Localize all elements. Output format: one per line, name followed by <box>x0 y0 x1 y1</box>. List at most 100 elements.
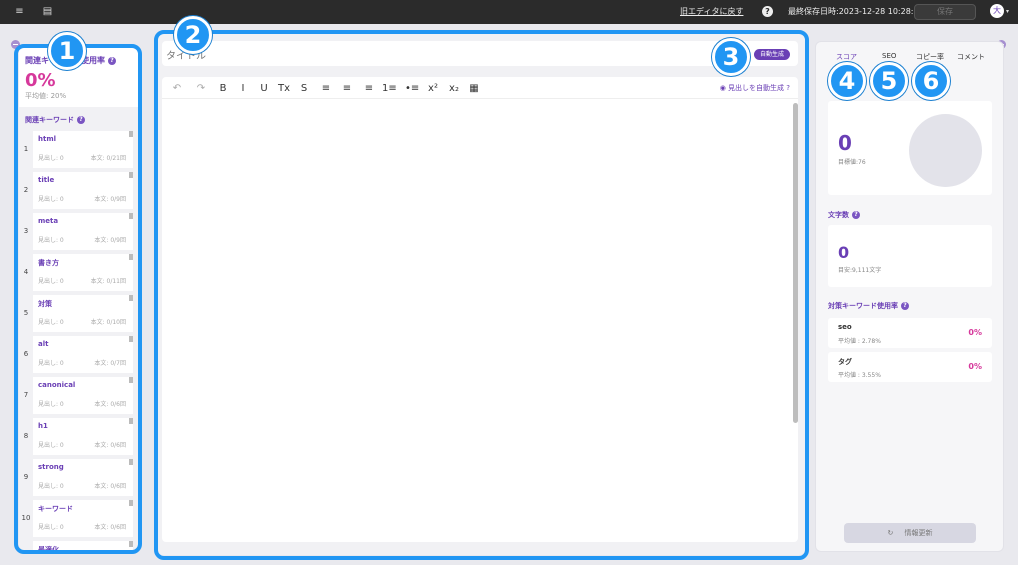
keyword-number: 4 <box>23 268 29 276</box>
score-card: 0 目標値:76 <box>828 101 992 195</box>
analysis-panel: スコア SEO コピー率 コメント 0 目標値:76 文字数? 0 目安:9,1… <box>815 41 1004 552</box>
keyword-name: strong <box>38 463 64 471</box>
rich-text-editor[interactable]: ◉ 見出しを自動生成 ? ↶ ↷ B I U Tx S ≡ ≡ ≡ 1≡ •≡ x² x₂ ▦ <box>162 77 798 542</box>
align-right-icon[interactable]: ≡ <box>362 82 376 95</box>
tab-comment[interactable]: コメント <box>957 52 985 62</box>
list-item: 11最適化 <box>19 541 139 550</box>
keyword-body-count: 本文: 0/6回 <box>94 483 126 490</box>
keyword-number: 3 <box>23 227 29 235</box>
auto-generate-button[interactable]: 自動生成 <box>753 49 790 60</box>
tab-score[interactable]: スコア <box>836 52 857 62</box>
keyword-card[interactable]: meta 見出し: 0 本文: 0/9回 <box>33 213 133 250</box>
keyword-name: canonical <box>38 381 76 389</box>
keyword-body-count: 本文: 0/21回 <box>90 155 126 162</box>
help-icon[interactable]: ? <box>77 116 85 124</box>
keyword-body-count: 本文: 0/9回 <box>94 237 126 244</box>
scrollbar[interactable] <box>793 103 798 423</box>
italic-icon[interactable]: I <box>236 82 250 95</box>
keyword-heading-count: 見出し: 0 <box>38 278 64 285</box>
target-keyword-avg: 平均値 : 2.78% <box>838 338 881 345</box>
strikethrough-icon[interactable]: S <box>297 82 311 95</box>
chevron-down-icon[interactable]: ▾ <box>1006 8 1009 15</box>
keyword-name: 最適化 <box>38 546 59 550</box>
bold-icon[interactable]: B <box>216 82 230 95</box>
list-item: 3 meta 見出し: 0 本文: 0/9回 <box>19 213 139 254</box>
list-item: 4 書き方見出し: 0 本文: 0/11回 <box>19 254 139 295</box>
redo-icon[interactable]: ↷ <box>194 82 208 95</box>
underline-icon[interactable]: U <box>257 82 271 95</box>
score-target: 目標値:76 <box>838 159 866 166</box>
help-icon[interactable]: ? <box>901 302 909 310</box>
target-keyword-pct: 0% <box>968 362 982 371</box>
refresh-button[interactable]: ↻ 情報更新 <box>844 523 976 543</box>
avatar[interactable]: 大 <box>990 4 1004 18</box>
top-bar: ≡ ▤ 旧エディタに戻す ? 最終保存日時:2023-12-28 10:28:5… <box>0 0 1018 24</box>
save-label: 保存 <box>937 7 953 16</box>
annotation-badge: 1 <box>48 32 86 70</box>
keyword-card[interactable]: h1 見出し: 0 本文: 0/6回 <box>33 418 133 455</box>
keyword-body-count: 本文: 0/6回 <box>94 442 126 449</box>
list-item: 7 canonical 見出し: 0 本文: 0/6回 <box>19 377 139 418</box>
clear-format-icon[interactable]: Tx <box>277 82 291 95</box>
document-icon[interactable]: ▤ <box>42 6 53 17</box>
keyword-card[interactable]: 書き方見出し: 0 本文: 0/11回 <box>33 254 133 291</box>
target-keyword-pct: 0% <box>968 328 982 337</box>
keyword-heading-count: 見出し: 0 <box>38 155 64 162</box>
keyword-card[interactable]: strong 見出し: 0 本文: 0/6回 <box>33 459 133 496</box>
menu-icon[interactable]: ≡ <box>14 6 25 17</box>
usage-average: 平均値: 20% <box>25 92 67 100</box>
help-icon[interactable]: ? <box>762 6 773 17</box>
auto-heading-button[interactable]: ◉ 見出しを自動生成 ? <box>720 83 790 93</box>
help-icon[interactable]: ? <box>852 211 860 219</box>
editor-body[interactable] <box>162 99 792 539</box>
save-button[interactable]: 保存 <box>914 4 976 20</box>
keyword-number: 1 <box>23 145 29 153</box>
keyword-body-count: 本文: 0/11回 <box>90 278 126 285</box>
flag-icon <box>129 213 133 219</box>
keyword-stats: 見出し: 0 本文: 0/6回 <box>38 522 128 531</box>
bullet-list-icon[interactable]: •≡ <box>405 82 419 95</box>
keyword-name: title <box>38 176 55 184</box>
keyword-number: 8 <box>23 432 29 440</box>
align-center-icon[interactable]: ≡ <box>340 82 354 95</box>
annotation-badge: 3 <box>712 38 750 76</box>
flag-icon <box>129 459 133 465</box>
subscript-icon[interactable]: x₂ <box>447 82 461 95</box>
keyword-card[interactable]: title 見出し: 0 本文: 0/9回 <box>33 172 133 209</box>
list-item: 2 title 見出し: 0 本文: 0/9回 <box>19 172 139 213</box>
keyword-number: 6 <box>23 350 29 358</box>
tab-seo[interactable]: SEO <box>882 52 896 60</box>
target-keyword-name: タグ <box>838 358 852 366</box>
superscript-icon[interactable]: x² <box>426 82 440 95</box>
keyword-card[interactable]: html 見出し: 0 本文: 0/21回 <box>33 131 133 168</box>
title-field[interactable]: タイトル 自動生成 <box>162 41 798 66</box>
keyword-section-title: 関連キーワード? <box>25 115 85 125</box>
keyword-card[interactable]: canonical 見出し: 0 本文: 0/6回 <box>33 377 133 414</box>
keyword-number: 10 <box>21 514 31 522</box>
table-icon[interactable]: ▦ <box>467 82 481 95</box>
keyword-number: 9 <box>23 473 29 481</box>
keyword-card[interactable]: alt 見出し: 0 本文: 0/7回 <box>33 336 133 373</box>
tab-copy-rate[interactable]: コピー率 <box>916 52 944 62</box>
flag-icon <box>129 541 133 547</box>
help-icon[interactable]: ? <box>108 56 116 65</box>
keyword-card[interactable]: 対策 見出し: 0 本文: 0/10回 <box>33 295 133 332</box>
keyword-body-count: 本文: 0/6回 <box>94 524 126 531</box>
ordered-list-icon[interactable]: 1≡ <box>382 82 397 95</box>
keyword-name: h1 <box>38 422 48 430</box>
score-value: 0 <box>838 131 852 155</box>
list-item: 1 html 見出し: 0 本文: 0/21回 <box>19 131 139 172</box>
keyword-heading-count: 見出し: 0 <box>38 196 64 203</box>
keyword-card[interactable]: 最適化 <box>33 541 133 550</box>
keyword-heading-count: 見出し: 0 <box>38 360 64 367</box>
keyword-body-count: 本文: 0/6回 <box>94 401 126 408</box>
keyword-stats: 見出し: 0 本文: 0/11回 <box>38 276 128 285</box>
keyword-heading-count: 見出し: 0 <box>38 442 64 449</box>
keyword-card[interactable]: キーワード 見出し: 0 本文: 0/6回 <box>33 500 133 537</box>
undo-icon[interactable]: ↶ <box>170 82 184 95</box>
keyword-number: 2 <box>23 186 29 194</box>
align-left-icon[interactable]: ≡ <box>319 82 333 95</box>
keyword-name: 書き方 <box>38 259 59 267</box>
flag-icon <box>129 295 133 301</box>
old-editor-link[interactable]: 旧エディタに戻す <box>680 6 743 17</box>
